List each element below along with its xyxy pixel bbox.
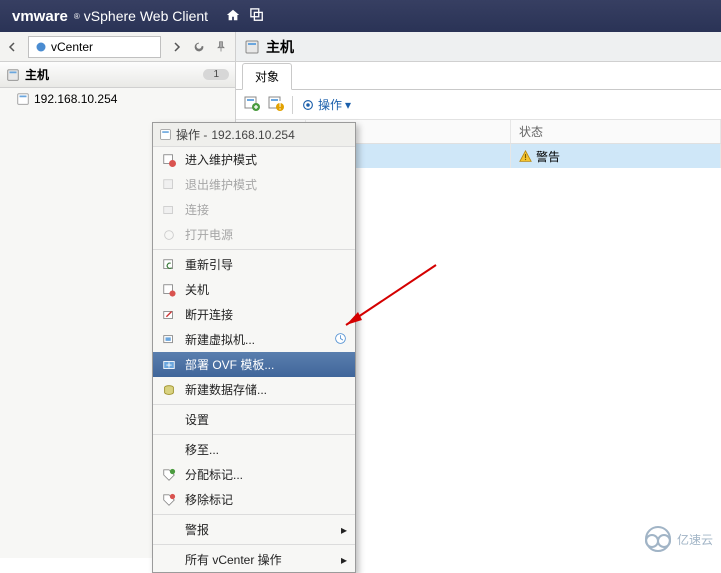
enter-maint-icon (161, 152, 177, 168)
submenu-arrow-icon: ▸ (341, 553, 347, 567)
shutdown-icon (161, 282, 177, 298)
toolbar-host-add-icon[interactable] (244, 95, 260, 114)
menu-separator (153, 544, 355, 545)
power-icon (161, 227, 177, 243)
menu-separator (153, 404, 355, 405)
actions-label: 操作 (318, 96, 342, 113)
connect-icon (161, 202, 177, 218)
menu-new-vm[interactable]: 新建虚拟机... (153, 327, 355, 352)
menu-remove-tag[interactable]: 移除标记 (153, 487, 355, 512)
menu-connect: 连接 (153, 197, 355, 222)
watermark: 亿速云 (645, 526, 713, 552)
disconnect-icon (161, 307, 177, 323)
menu-alarms[interactable]: 警报▸ (153, 517, 355, 542)
tree-item-label: 192.168.10.254 (34, 92, 117, 106)
watermark-text: 亿速云 (677, 531, 713, 548)
host-icon (244, 39, 260, 55)
clock-icon (334, 332, 347, 348)
host-small-icon (16, 92, 30, 106)
menu-separator (153, 434, 355, 435)
submenu-arrow-icon: ▸ (341, 523, 347, 537)
menu-assign-tag[interactable]: 分配标记... (153, 462, 355, 487)
home-icon[interactable] (226, 8, 240, 25)
menu-separator (153, 249, 355, 250)
chevron-down-icon: ▾ (345, 98, 351, 112)
nav-back-icon[interactable] (0, 35, 24, 59)
vcenter-icon (35, 41, 47, 53)
windows-icon[interactable] (250, 8, 264, 25)
menu-exit-maintenance: 退出维护模式 (153, 172, 355, 197)
count-badge: 1 (203, 69, 229, 80)
svg-text:!: ! (278, 99, 281, 112)
nav-fwd-icon[interactable] (165, 35, 189, 59)
gear-icon (301, 98, 315, 112)
menu-new-datastore[interactable]: 新建数据存储... (153, 377, 355, 402)
tag-remove-icon (161, 492, 177, 508)
host-icon (6, 68, 20, 82)
toolbar-separator (292, 96, 293, 114)
refresh-icon[interactable] (189, 37, 209, 57)
menu-shutdown[interactable]: 关机 (153, 277, 355, 302)
tag-add-icon (161, 467, 177, 483)
nav-toolbar: vCenter (0, 32, 235, 62)
menu-disconnect[interactable]: 断开连接 (153, 302, 355, 327)
menu-separator (153, 514, 355, 515)
pin-icon[interactable] (211, 37, 231, 57)
menu-enter-maintenance[interactable]: 进入维护模式 (153, 147, 355, 172)
breadcrumb-label: vCenter (51, 40, 93, 54)
menu-all-vcenter-actions[interactable]: 所有 vCenter 操作▸ (153, 547, 355, 572)
toolbar-host-alert-icon[interactable]: ! (268, 95, 284, 114)
ovf-icon (161, 357, 177, 373)
warning-icon (519, 150, 532, 163)
actions-dropdown[interactable]: 操作 ▾ (301, 96, 351, 113)
tree-item-host[interactable]: 192.168.10.254 (0, 88, 235, 110)
object-toolbar: ! 操作 ▾ (236, 90, 721, 120)
content-titlebar: 主机 (236, 32, 721, 62)
datastore-icon (161, 382, 177, 398)
context-menu: 操作 - 192.168.10.254 进入维护模式 退出维护模式 连接 打开电… (152, 122, 356, 573)
breadcrumb[interactable]: vCenter (28, 36, 161, 58)
new-vm-icon (161, 332, 177, 348)
menu-deploy-ovf[interactable]: 部署 OVF 模板... (153, 352, 355, 377)
tree-header[interactable]: 主机 1 (0, 62, 235, 88)
tree-header-label: 主机 (25, 66, 49, 83)
watermark-icon (645, 526, 671, 552)
col-state[interactable]: 状态 (511, 120, 721, 143)
menu-power-on: 打开电源 (153, 222, 355, 247)
vmware-logo: vmware (12, 8, 68, 25)
reboot-icon (161, 257, 177, 273)
product-name: vSphere Web Client (84, 8, 208, 24)
page-title: 主机 (266, 37, 294, 57)
app-header: vmware® vSphere Web Client (0, 0, 721, 32)
menu-settings[interactable]: 设置 (153, 407, 355, 432)
exit-maint-icon (161, 177, 177, 193)
menu-move-to[interactable]: 移至... (153, 437, 355, 462)
context-menu-header: 操作 - 192.168.10.254 (153, 123, 355, 147)
tab-bar: 对象 (236, 62, 721, 90)
cell-state: 警告 (511, 144, 721, 168)
menu-reboot[interactable]: 重新引导 (153, 252, 355, 277)
tab-objects[interactable]: 对象 (242, 63, 292, 90)
host-small-icon (159, 128, 172, 141)
